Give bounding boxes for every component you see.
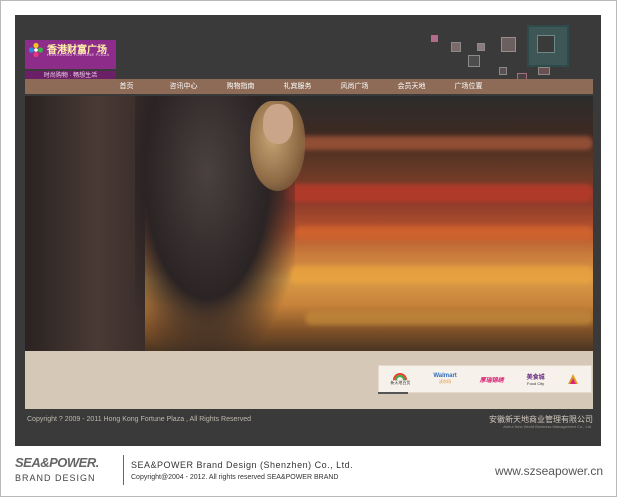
nav-item-location[interactable]: 广场位置 [440, 79, 497, 94]
promo-strip: 新天地百货 Walmart 沃尔玛 厚瑞锦绣 美食城 Food City [25, 351, 593, 409]
partner-logo-xintiandi[interactable]: 新天地百货 [390, 369, 410, 389]
partner-logo-jinxiu[interactable]: 厚瑞锦绣 [480, 369, 504, 389]
nav-item-members[interactable]: 会员天地 [383, 79, 440, 94]
corp-name-en: Anhui New World Business Management Co.,… [503, 424, 591, 429]
nav-item-shopping-guide[interactable]: 购物指南 [212, 79, 269, 94]
partner-logo-food-city[interactable]: 美食城 Food City [527, 369, 545, 389]
decorative-square [499, 67, 507, 75]
carousel-indicator[interactable] [378, 392, 408, 394]
firm-url[interactable]: www.szseapower.cn [495, 464, 603, 478]
logo-name-en: HONGKONG FORTUNE PLAZA [47, 52, 110, 57]
partner-logos: 新天地百货 Walmart 沃尔玛 厚瑞锦绣 美食城 Food City [378, 365, 592, 393]
triangle-logo-icon [568, 374, 579, 384]
firm-copyright: Copyright@2004 - 2012. All rights reserv… [131, 474, 339, 481]
decorative-square [538, 67, 550, 75]
light-streak [295, 226, 593, 240]
website-mockup: 香港财富广场 HONGKONG FORTUNE PLAZA 时尚购物 · 畅想生… [15, 15, 601, 446]
light-streak [290, 266, 593, 284]
hero-banner-image [25, 96, 593, 351]
site-logo[interactable]: 香港财富广场 HONGKONG FORTUNE PLAZA [25, 40, 116, 69]
seapower-brand-design: BRAND DESIGN [15, 473, 96, 483]
site-copyright: Copyright ? 2009 - 2011 Hong Kong Fortun… [27, 416, 251, 423]
seapower-logo: SEA&POWER. [15, 455, 99, 470]
decorative-square [451, 42, 461, 52]
decorative-square [431, 35, 438, 42]
designer-footer: SEA&POWER. BRAND DESIGN SEA&POWER Brand … [15, 455, 605, 495]
main-nav: 首页 咨讯中心 购物指南 礼宾服务 风尚广场 会员天地 广场位置 [25, 79, 593, 94]
flower-logo-icon [28, 42, 44, 58]
rainbow-icon [393, 373, 408, 380]
nav-item-fashion[interactable]: 风尚广场 [326, 79, 383, 94]
light-streak [305, 311, 593, 325]
light-streak [285, 184, 593, 202]
nav-item-home[interactable]: 首页 [98, 79, 155, 94]
decorative-square [468, 55, 480, 67]
decorative-square [477, 43, 485, 51]
nav-item-news[interactable]: 咨讯中心 [155, 79, 212, 94]
decorative-square [537, 35, 555, 53]
hero-wall [25, 96, 145, 351]
partner-logo-walmart[interactable]: Walmart 沃尔玛 [433, 369, 456, 389]
nav-item-concierge[interactable]: 礼宾服务 [269, 79, 326, 94]
light-streak [275, 136, 593, 150]
decorative-square [501, 37, 516, 52]
model-face [263, 104, 293, 144]
firm-name: SEA&POWER Brand Design (Shenzhen) Co., L… [131, 460, 354, 470]
footer-divider [123, 455, 124, 485]
partner-logo-plaza[interactable] [567, 369, 579, 389]
